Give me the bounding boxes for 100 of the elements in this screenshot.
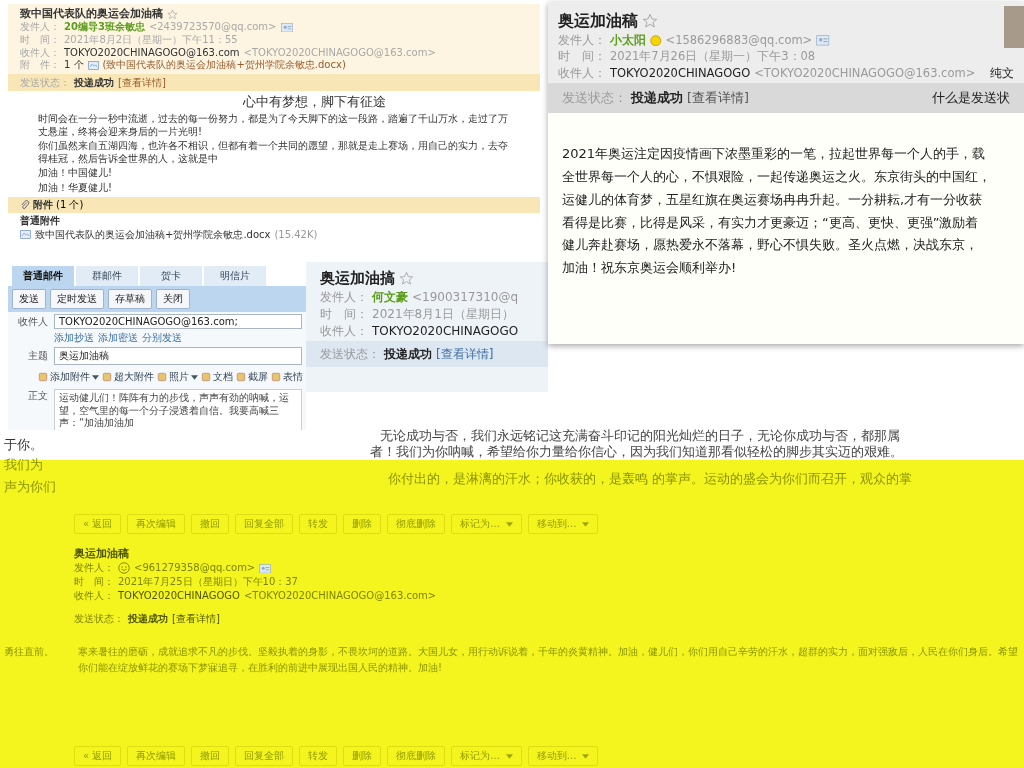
compose-button[interactable]: 定时发送 bbox=[50, 289, 104, 309]
letter-line: 2021年奥运注定因疫情画下浓墨重彩的一笔，拉起世界每一个人的手，载 bbox=[562, 145, 987, 164]
attachment-link[interactable]: (致中国代表队的奥运会加油稿+贺州学院余敏忠.docx) bbox=[102, 59, 346, 73]
subject-field[interactable]: 奥运加油稿 bbox=[54, 347, 302, 365]
toolbar-button[interactable]: 转发 bbox=[299, 514, 338, 534]
attachment-count: 1 个 bbox=[64, 59, 84, 73]
letter-line: 健儿奔赴赛场，愿热爱永不落幕，野心不惧失败。圣火点燃，决战东京， bbox=[562, 236, 979, 255]
toolbar-button[interactable]: 标记为... bbox=[451, 746, 522, 766]
email-subject: 致中国代表队的奥运会加油稿 bbox=[20, 7, 163, 21]
recipient-name: TOKYO2020CHINAGOGO@163.com bbox=[64, 46, 240, 59]
compose-tool[interactable]: 超大附件 bbox=[102, 370, 154, 384]
details-link[interactable]: [查看详情] bbox=[172, 611, 220, 627]
caret-icon bbox=[505, 753, 513, 759]
field-label: 时 间： bbox=[558, 48, 606, 65]
toolbar-button[interactable]: 彻底删除 bbox=[387, 746, 446, 766]
toolbar-button[interactable]: 删除 bbox=[343, 746, 382, 766]
details-link[interactable]: [查看详情] bbox=[687, 88, 749, 108]
attachment-name[interactable]: 致中国代表队的奥运会加油稿+贺州学院余敏忠.docx bbox=[35, 228, 271, 242]
view-option-text[interactable]: 纯文 bbox=[990, 64, 1014, 81]
email-subject: 奥运加油稿 bbox=[558, 10, 638, 32]
field-label: 发送状态： bbox=[74, 612, 124, 627]
field-label: 收件人： bbox=[558, 64, 606, 81]
tool-icon bbox=[102, 372, 112, 382]
email-address: <TOKYO2020CHINAGOGO@163.com> bbox=[243, 46, 436, 59]
details-link[interactable]: [查看详情] bbox=[436, 345, 494, 364]
toolbar-button[interactable]: 转发 bbox=[299, 746, 338, 766]
toolbar-button[interactable]: 彻底删除 bbox=[387, 514, 446, 534]
toolbar-button[interactable]: 撤回 bbox=[191, 514, 230, 534]
sender-name[interactable]: 何文豪 bbox=[372, 289, 408, 306]
letter-line: 加油！祝东京奥运会顺利举办! bbox=[562, 259, 738, 278]
sender-name[interactable]: 小太阳 bbox=[610, 32, 646, 49]
email-subject: 奥运加油搞 bbox=[320, 268, 395, 289]
tool-icon bbox=[201, 372, 211, 382]
compose-tool[interactable]: 表情 bbox=[271, 370, 303, 384]
compose-button[interactable]: 发送 bbox=[12, 289, 46, 309]
contact-card-icon[interactable] bbox=[816, 35, 830, 46]
compose-tool[interactable]: 文档 bbox=[201, 370, 233, 384]
recipient-name: TOKYO2020CHINAGOGO bbox=[610, 64, 751, 81]
field-label: 发送状态： bbox=[20, 76, 70, 91]
toolbar-button[interactable]: 撤回 bbox=[191, 746, 230, 766]
field-label: 收件人 bbox=[17, 314, 48, 329]
sender-name[interactable]: 20编导3班余敏忠 bbox=[64, 21, 145, 34]
field-label: 发件人： bbox=[320, 289, 368, 306]
caret-icon bbox=[92, 374, 99, 380]
email-subject: 奥运加油稿 bbox=[74, 546, 129, 562]
compose-tool[interactable]: 截屏 bbox=[236, 370, 268, 384]
toolbar-button[interactable]: « 返回 bbox=[74, 746, 122, 766]
letter-paragraph: 加油！中国健儿! bbox=[38, 167, 113, 180]
star-icon[interactable] bbox=[399, 271, 414, 286]
caret-icon bbox=[582, 753, 590, 759]
text-fragment: 声为你们 bbox=[4, 478, 56, 496]
compose-tool[interactable]: 添加附件 bbox=[38, 370, 99, 384]
photo-placeholder bbox=[1004, 6, 1024, 48]
contact-card-icon[interactable] bbox=[259, 563, 272, 574]
toolbar-button[interactable]: 删除 bbox=[343, 514, 382, 534]
compose-tab[interactable]: 普通邮件 bbox=[12, 266, 74, 286]
toolbar-button[interactable]: 再次编辑 bbox=[127, 514, 186, 534]
letter-paragraph: 你们虽然来自五湖四海，也许各不相识，但都有着一个共同的愿望，那就是走上赛场，用自己的实力，去夺得桂冠，然后告诉全世界的人，这就是中 bbox=[38, 140, 509, 166]
help-link[interactable]: 什么是发送状 bbox=[932, 88, 1010, 108]
tool-icon bbox=[38, 372, 48, 382]
compose-link[interactable]: 添加密送 bbox=[98, 331, 138, 345]
star-icon[interactable] bbox=[167, 8, 178, 20]
toolbar-button[interactable]: 移动到... bbox=[527, 514, 599, 534]
field-label: 收件人： bbox=[320, 322, 368, 340]
caret-icon bbox=[191, 374, 198, 380]
message-body-field[interactable]: 运动健儿们！阵阵有力的步伐，声声有劲的呐喊，运 望，空气里的每一个分子浸透着自信。我要高喊三声：“加油加油加 bbox=[54, 389, 302, 430]
compose-tab[interactable]: 群邮件 bbox=[76, 266, 138, 286]
toolbar-button[interactable]: 回复全部 bbox=[235, 746, 294, 766]
field-label: 时 间： bbox=[74, 575, 114, 590]
delivery-status: 投递成功 bbox=[128, 612, 168, 627]
toolbar-button[interactable]: 移动到... bbox=[527, 746, 599, 766]
toolbar-button[interactable]: 再次编辑 bbox=[127, 746, 186, 766]
compose-tab[interactable]: 明信片 bbox=[204, 266, 266, 286]
compose-link[interactable]: 分别发送 bbox=[142, 331, 182, 345]
smiley-icon bbox=[118, 562, 130, 575]
file-size: (15.42K) bbox=[274, 228, 318, 242]
caret-icon bbox=[505, 521, 513, 527]
recipient-field[interactable]: TOKYO2020CHINAGOGO@163.com; bbox=[54, 314, 302, 329]
toolbar-button[interactable]: 回复全部 bbox=[235, 514, 294, 534]
compose-button[interactable]: 存草稿 bbox=[108, 289, 152, 309]
compose-link[interactable]: 添加抄送 bbox=[54, 331, 94, 345]
text-fragment: 于你。 bbox=[4, 436, 43, 454]
star-icon[interactable] bbox=[642, 13, 658, 30]
details-link[interactable]: [查看详情] bbox=[118, 75, 166, 91]
document-icon bbox=[20, 229, 31, 241]
letter-paragraph: 加油！华夏健儿! bbox=[38, 181, 113, 195]
compose-button[interactable]: 关闭 bbox=[156, 289, 190, 309]
text-fragment: 我们为 bbox=[4, 456, 43, 474]
toolbar-button[interactable]: 标记为... bbox=[451, 514, 522, 534]
field-label: 收件人： bbox=[74, 589, 114, 604]
email-address: <1586296883@qq.com> bbox=[665, 32, 813, 49]
letter-line: 看得是比赛，比得是风采，有实力才更豪迈；“更高、更快、更强”激励着 bbox=[562, 213, 980, 232]
compose-tool[interactable]: 照片 bbox=[157, 370, 198, 384]
tool-icon bbox=[271, 372, 281, 382]
tool-icon bbox=[236, 372, 246, 382]
toolbar-button[interactable]: « 返回 bbox=[74, 514, 122, 534]
email-address: <TOKYO2020CHINAGOGO@163.com> bbox=[243, 589, 437, 604]
field-label: 发送状态： bbox=[320, 346, 380, 364]
contact-card-icon[interactable] bbox=[280, 22, 293, 33]
compose-tab[interactable]: 贺卡 bbox=[140, 266, 202, 286]
